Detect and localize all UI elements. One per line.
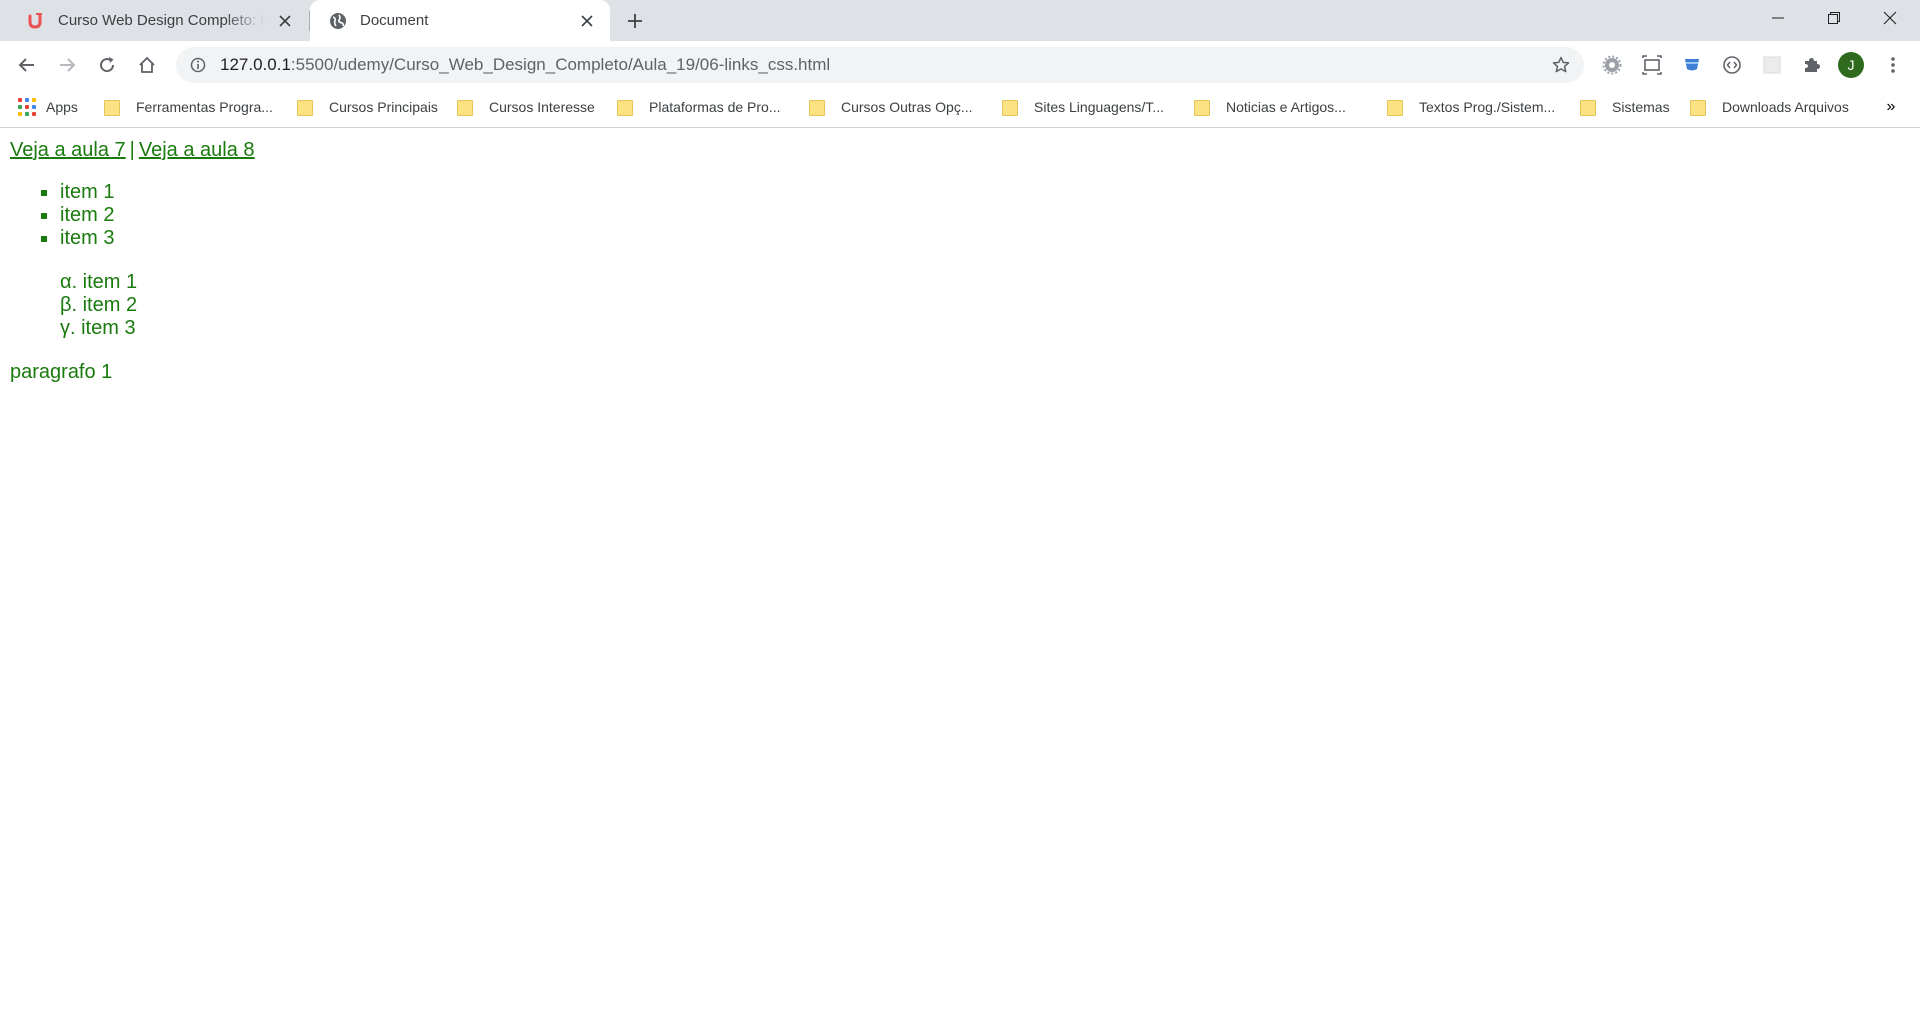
- new-tab-plus-icon[interactable]: [622, 8, 648, 34]
- link-aula-7[interactable]: Veja a aula 7: [10, 139, 126, 161]
- url-host: 127.0.0.1: [220, 55, 291, 74]
- url-path: :5500/udemy/Curso_Web_Design_Completo/Au…: [290, 55, 831, 74]
- minimize-icon[interactable]: [1750, 0, 1806, 36]
- bookmark-folder[interactable]: Sites Linguagens/T...: [1002, 94, 1164, 120]
- restore-icon[interactable]: [1806, 0, 1862, 36]
- code-brackets-icon[interactable]: [1719, 52, 1745, 78]
- bookmark-label: Noticias e Artigos...: [1226, 99, 1346, 115]
- folder-icon: [1002, 100, 1018, 116]
- list-item: item 1: [40, 181, 115, 203]
- apps-grid-icon: [18, 98, 36, 116]
- unordered-list: item 1 item 2 item 3: [40, 181, 115, 250]
- folder-icon: [1580, 100, 1596, 116]
- bookmark-label: Sistemas: [1612, 99, 1670, 115]
- browser-toolbar: 127.0.0.1:5500/udemy/Curso_Web_Design_Co…: [0, 41, 1920, 88]
- bookmark-folder[interactable]: Plataformas de Pro...: [617, 94, 781, 120]
- home-icon[interactable]: [132, 50, 162, 80]
- back-arrow-icon[interactable]: [12, 50, 42, 80]
- bookmark-folder[interactable]: Ferramentas Progra...: [104, 94, 273, 120]
- link-separator: |: [129, 139, 135, 161]
- profile-avatar[interactable]: J: [1838, 52, 1864, 78]
- bookmark-star-icon[interactable]: [1550, 54, 1572, 76]
- tab-title: Curso Web Design Completo: HTML: [58, 12, 266, 29]
- blue-extension-icon[interactable]: [1679, 52, 1705, 78]
- bookmark-folder[interactable]: Cursos Interesse: [457, 94, 595, 120]
- folder-icon: [1194, 100, 1210, 116]
- bookmark-label: Apps: [46, 99, 78, 115]
- folder-icon: [297, 100, 313, 116]
- link-aula-8[interactable]: Veja a aula 8: [139, 139, 255, 161]
- lesson-links: Veja a aula 7 | Veja a aula 8: [10, 138, 255, 162]
- bookmark-label: Cursos Outras Opç...: [841, 99, 973, 115]
- address-bar[interactable]: 127.0.0.1:5500/udemy/Curso_Web_Design_Co…: [176, 47, 1584, 83]
- bookmark-label: Cursos Interesse: [489, 99, 595, 115]
- bookmark-label: Sites Linguagens/T...: [1034, 99, 1164, 115]
- folder-icon: [1387, 100, 1403, 116]
- bookmark-folder[interactable]: Cursos Outras Opç...: [809, 94, 972, 120]
- globe-icon: [328, 11, 348, 31]
- page-content: Veja a aula 7 | Veja a aula 8 item 1 item …: [0, 129, 1920, 1030]
- bookmark-apps[interactable]: Apps: [18, 94, 78, 120]
- blank-extension-icon[interactable]: [1759, 52, 1785, 78]
- kebab-menu-icon[interactable]: [1880, 52, 1906, 78]
- puzzle-extensions-icon[interactable]: [1799, 52, 1825, 78]
- folder-icon: [809, 100, 825, 116]
- bookmark-label: Textos Prog./Sistem...: [1419, 99, 1556, 115]
- bookmark-label: Downloads Arquivos: [1722, 99, 1849, 115]
- udemy-icon: [26, 11, 46, 31]
- url-text[interactable]: 127.0.0.1:5500/udemy/Curso_Web_Design_Co…: [220, 55, 830, 75]
- folder-icon: [617, 100, 633, 116]
- bookmark-label: Plataformas de Pro...: [649, 99, 781, 115]
- screen-capture-icon[interactable]: [1639, 52, 1665, 78]
- bookmark-folder[interactable]: Cursos Principais: [297, 94, 438, 120]
- close-tab-icon[interactable]: [576, 10, 598, 32]
- paragraph: paragrafo 1: [10, 361, 113, 383]
- list-item: β. item 2: [60, 294, 138, 316]
- reload-icon[interactable]: [92, 50, 122, 80]
- folder-icon: [457, 100, 473, 116]
- list-item: item 2: [40, 204, 115, 226]
- tab-strip: Curso Web Design Completo: HTML Document: [0, 0, 1920, 41]
- tab-document[interactable]: Document: [310, 0, 610, 41]
- bookmark-label: Ferramentas Progra...: [136, 99, 273, 115]
- close-tab-icon[interactable]: [274, 10, 296, 32]
- tab-title: Document: [360, 12, 429, 29]
- bookmark-folder[interactable]: Sistemas: [1580, 94, 1670, 120]
- more-bookmarks-chevron-icon[interactable]: »: [1880, 96, 1902, 118]
- bookmark-label: Cursos Principais: [329, 99, 438, 115]
- forward-arrow-icon[interactable]: [52, 50, 82, 80]
- bookmark-folder[interactable]: Downloads Arquivos: [1690, 94, 1849, 120]
- list-item: item 3: [40, 227, 115, 249]
- gear-extension-icon[interactable]: [1599, 52, 1625, 78]
- list-item: α. item 1: [60, 271, 138, 293]
- bookmarks-bar: Apps Ferramentas Progra... Cursos Princi…: [0, 88, 1920, 128]
- folder-icon: [104, 100, 120, 116]
- close-window-icon[interactable]: [1862, 0, 1918, 36]
- list-item: γ. item 3: [60, 317, 136, 339]
- ordered-list: α. item 1 β. item 2 γ. item 3: [60, 271, 137, 340]
- bookmark-folder[interactable]: Noticias e Artigos...: [1194, 94, 1346, 120]
- folder-icon: [1690, 100, 1706, 116]
- tab-udemy[interactable]: Curso Web Design Completo: HTML: [8, 0, 308, 41]
- bookmark-folder[interactable]: Textos Prog./Sistem...: [1387, 94, 1555, 120]
- site-info-icon[interactable]: [188, 55, 208, 75]
